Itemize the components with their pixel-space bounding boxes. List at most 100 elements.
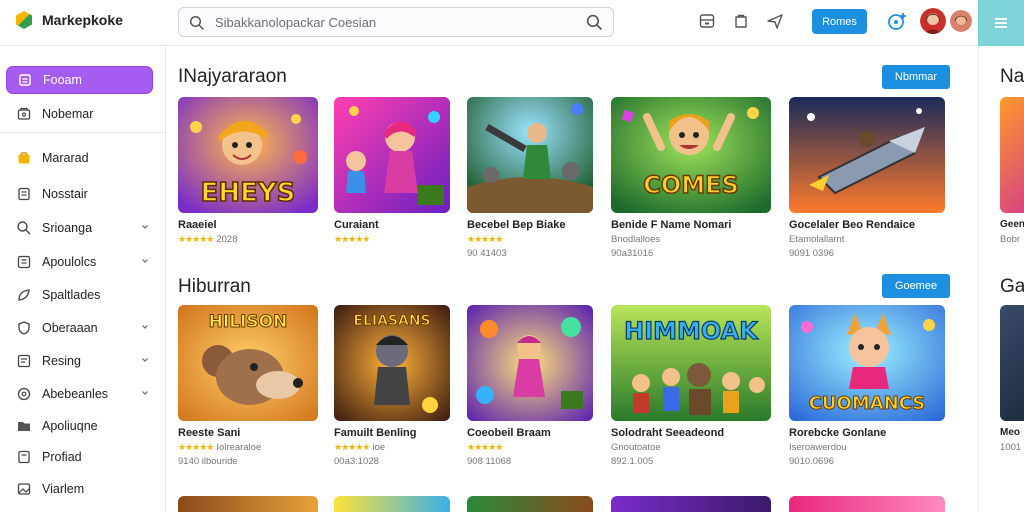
chevron-down-icon[interactable] bbox=[141, 223, 149, 231]
search-box[interactable] bbox=[178, 7, 614, 37]
app-thumbnail[interactable]: ELIASANS bbox=[334, 305, 450, 421]
sidebar-item-doc[interactable]: Profiad bbox=[6, 443, 153, 471]
app-title[interactable]: Coeobeil Braam bbox=[467, 427, 551, 439]
chevron-down-icon[interactable] bbox=[141, 323, 149, 331]
app-title[interactable]: Meo bbox=[1000, 427, 1020, 438]
see-all-button[interactable]: Goemee bbox=[882, 274, 950, 298]
doc-icon bbox=[18, 450, 30, 464]
app-title[interactable]: Rorebcke Gonlane bbox=[789, 427, 886, 439]
sidebar-item-label: Fooam bbox=[43, 73, 82, 87]
see-all-button[interactable]: Nbmmar bbox=[882, 65, 950, 89]
app-thumbnail[interactable] bbox=[789, 97, 945, 213]
app-thumbnail[interactable] bbox=[1000, 97, 1024, 213]
image-icon bbox=[17, 483, 31, 495]
app-title[interactable]: Famuilt Benling bbox=[334, 427, 417, 439]
chevron-down-icon[interactable] bbox=[141, 257, 149, 265]
bag-icon[interactable] bbox=[732, 12, 750, 30]
add-account-icon[interactable] bbox=[886, 11, 908, 33]
sidebar-item-list[interactable]: Resing bbox=[6, 347, 153, 375]
sidebar-item-leaf[interactable]: Spaltlades bbox=[6, 281, 153, 309]
app-subtitle: Bnodlalloes bbox=[611, 234, 661, 245]
section-title: Gar bbox=[1000, 276, 1024, 297]
avatar[interactable] bbox=[920, 8, 946, 34]
sidebar-divider bbox=[0, 132, 166, 133]
sidebar-item-shop[interactable]: Mararad bbox=[6, 144, 153, 172]
brand[interactable]: Markepkoke bbox=[14, 10, 123, 30]
list-icon bbox=[17, 354, 31, 368]
app-title[interactable]: Curaiant bbox=[334, 219, 379, 231]
svg-text:HILISON: HILISON bbox=[209, 312, 288, 332]
app-title[interactable]: Reeste Sani bbox=[178, 427, 240, 439]
avatar-secondary[interactable] bbox=[950, 10, 972, 32]
app-thumbnail[interactable]: CUOMANCS bbox=[789, 305, 945, 421]
top-bar: Markepkoke Romes bbox=[0, 0, 1024, 46]
app-rating: ★★★★★ 2028 bbox=[178, 234, 238, 245]
sidebar-item-disc[interactable]: Abebeanles bbox=[6, 380, 153, 408]
app-meta: 00a3:1028 bbox=[334, 456, 379, 467]
side-panel: Na Geen Bobr Gar Meo 1001 bbox=[978, 46, 1024, 512]
panel-toggle[interactable] bbox=[978, 0, 1024, 46]
app-thumbnail[interactable]: HIMMOAK bbox=[611, 305, 771, 421]
sidebar: Fooam Nobemar Mararad Nosstair Srioanga … bbox=[0, 46, 166, 512]
apps-icon bbox=[17, 255, 31, 269]
app-meta: 90 41403 bbox=[467, 248, 507, 259]
app-thumbnail[interactable]: COMES bbox=[611, 97, 771, 213]
app-title[interactable]: Solodraht Seeadeond bbox=[611, 427, 724, 439]
svg-text:EHEYS: EHEYS bbox=[201, 178, 296, 208]
app-thumbnail[interactable]: HILISON bbox=[178, 305, 318, 421]
app-title[interactable]: Gocelaler Beo Rendaice bbox=[789, 219, 915, 231]
app-thumbnail[interactable] bbox=[178, 496, 318, 512]
app-title[interactable]: Benide F Name Nomari bbox=[611, 219, 731, 231]
app-thumbnail[interactable] bbox=[334, 97, 450, 213]
app-meta: 1001 bbox=[1000, 442, 1022, 453]
sidebar-item-page[interactable]: Nosstair bbox=[6, 180, 153, 208]
app-thumbnail[interactable] bbox=[789, 496, 945, 512]
sidebar-item-store[interactable]: Nobemar bbox=[6, 100, 153, 128]
app-thumbnail[interactable] bbox=[334, 496, 450, 512]
sidebar-item-shield[interactable]: Oberaaan bbox=[6, 314, 153, 342]
svg-text:CUOMANCS: CUOMANCS bbox=[809, 393, 926, 414]
sidebar-item-folder[interactable]: Apoliuqne bbox=[6, 412, 153, 440]
sidebar-item-label: Nosstair bbox=[42, 187, 88, 201]
sidebar-item-label: Apoliuqne bbox=[42, 419, 98, 433]
app-thumbnail[interactable]: EHEYS bbox=[178, 97, 318, 213]
chevron-down-icon[interactable] bbox=[141, 356, 149, 364]
sidebar-item-home[interactable]: Fooam bbox=[6, 66, 153, 94]
star-rating-icon: ★★★★★ bbox=[334, 442, 370, 452]
app-thumbnail[interactable] bbox=[467, 97, 593, 213]
app-thumbnail[interactable] bbox=[611, 496, 771, 512]
app-meta: 9010.0696 bbox=[789, 456, 834, 467]
folder-icon bbox=[18, 422, 30, 431]
chevron-down-icon[interactable] bbox=[141, 389, 149, 397]
search-submit-icon[interactable] bbox=[586, 14, 603, 31]
sidebar-item-search[interactable]: Srioanga bbox=[6, 214, 153, 242]
shield-icon bbox=[18, 321, 30, 335]
primary-action-button[interactable]: Romes bbox=[812, 9, 867, 34]
app-subtitle: Etamolallarnt bbox=[789, 234, 845, 245]
section-title: Na bbox=[1000, 66, 1024, 87]
sidebar-item-label: Resing bbox=[42, 354, 81, 368]
page-icon bbox=[18, 187, 30, 201]
app-meta: 908 11068 bbox=[467, 456, 512, 467]
app-rating: ★★★★★ Iolrearaloe bbox=[178, 442, 262, 453]
sidebar-item-label: Srioanga bbox=[42, 221, 93, 235]
app-title[interactable]: Becebel Bep Biake bbox=[467, 219, 565, 231]
sidebar-item-image[interactable]: Viarlem bbox=[6, 475, 153, 503]
app-thumbnail[interactable] bbox=[1000, 305, 1024, 421]
section-title: INajyararaon bbox=[178, 66, 287, 87]
section-title: Hiburran bbox=[178, 276, 251, 297]
app-thumbnail[interactable] bbox=[467, 305, 593, 421]
disc-icon bbox=[17, 387, 31, 401]
svg-text:ELIASANS: ELIASANS bbox=[353, 313, 430, 329]
app-thumbnail[interactable] bbox=[467, 496, 593, 512]
app-title[interactable]: Geen bbox=[1000, 219, 1024, 230]
app-meta: 9140 ilbouride bbox=[178, 456, 238, 467]
library-icon[interactable] bbox=[698, 12, 716, 30]
star-rating-icon: ★★★★★ bbox=[178, 234, 214, 244]
sidebar-item-label: Abebeanles bbox=[42, 387, 109, 401]
search-input[interactable] bbox=[215, 12, 575, 32]
send-icon[interactable] bbox=[766, 12, 784, 30]
sidebar-item-label: Viarlem bbox=[42, 482, 85, 496]
app-title[interactable]: Raaeiel bbox=[178, 219, 217, 231]
sidebar-item-apps[interactable]: Apoulolcs bbox=[6, 248, 153, 276]
